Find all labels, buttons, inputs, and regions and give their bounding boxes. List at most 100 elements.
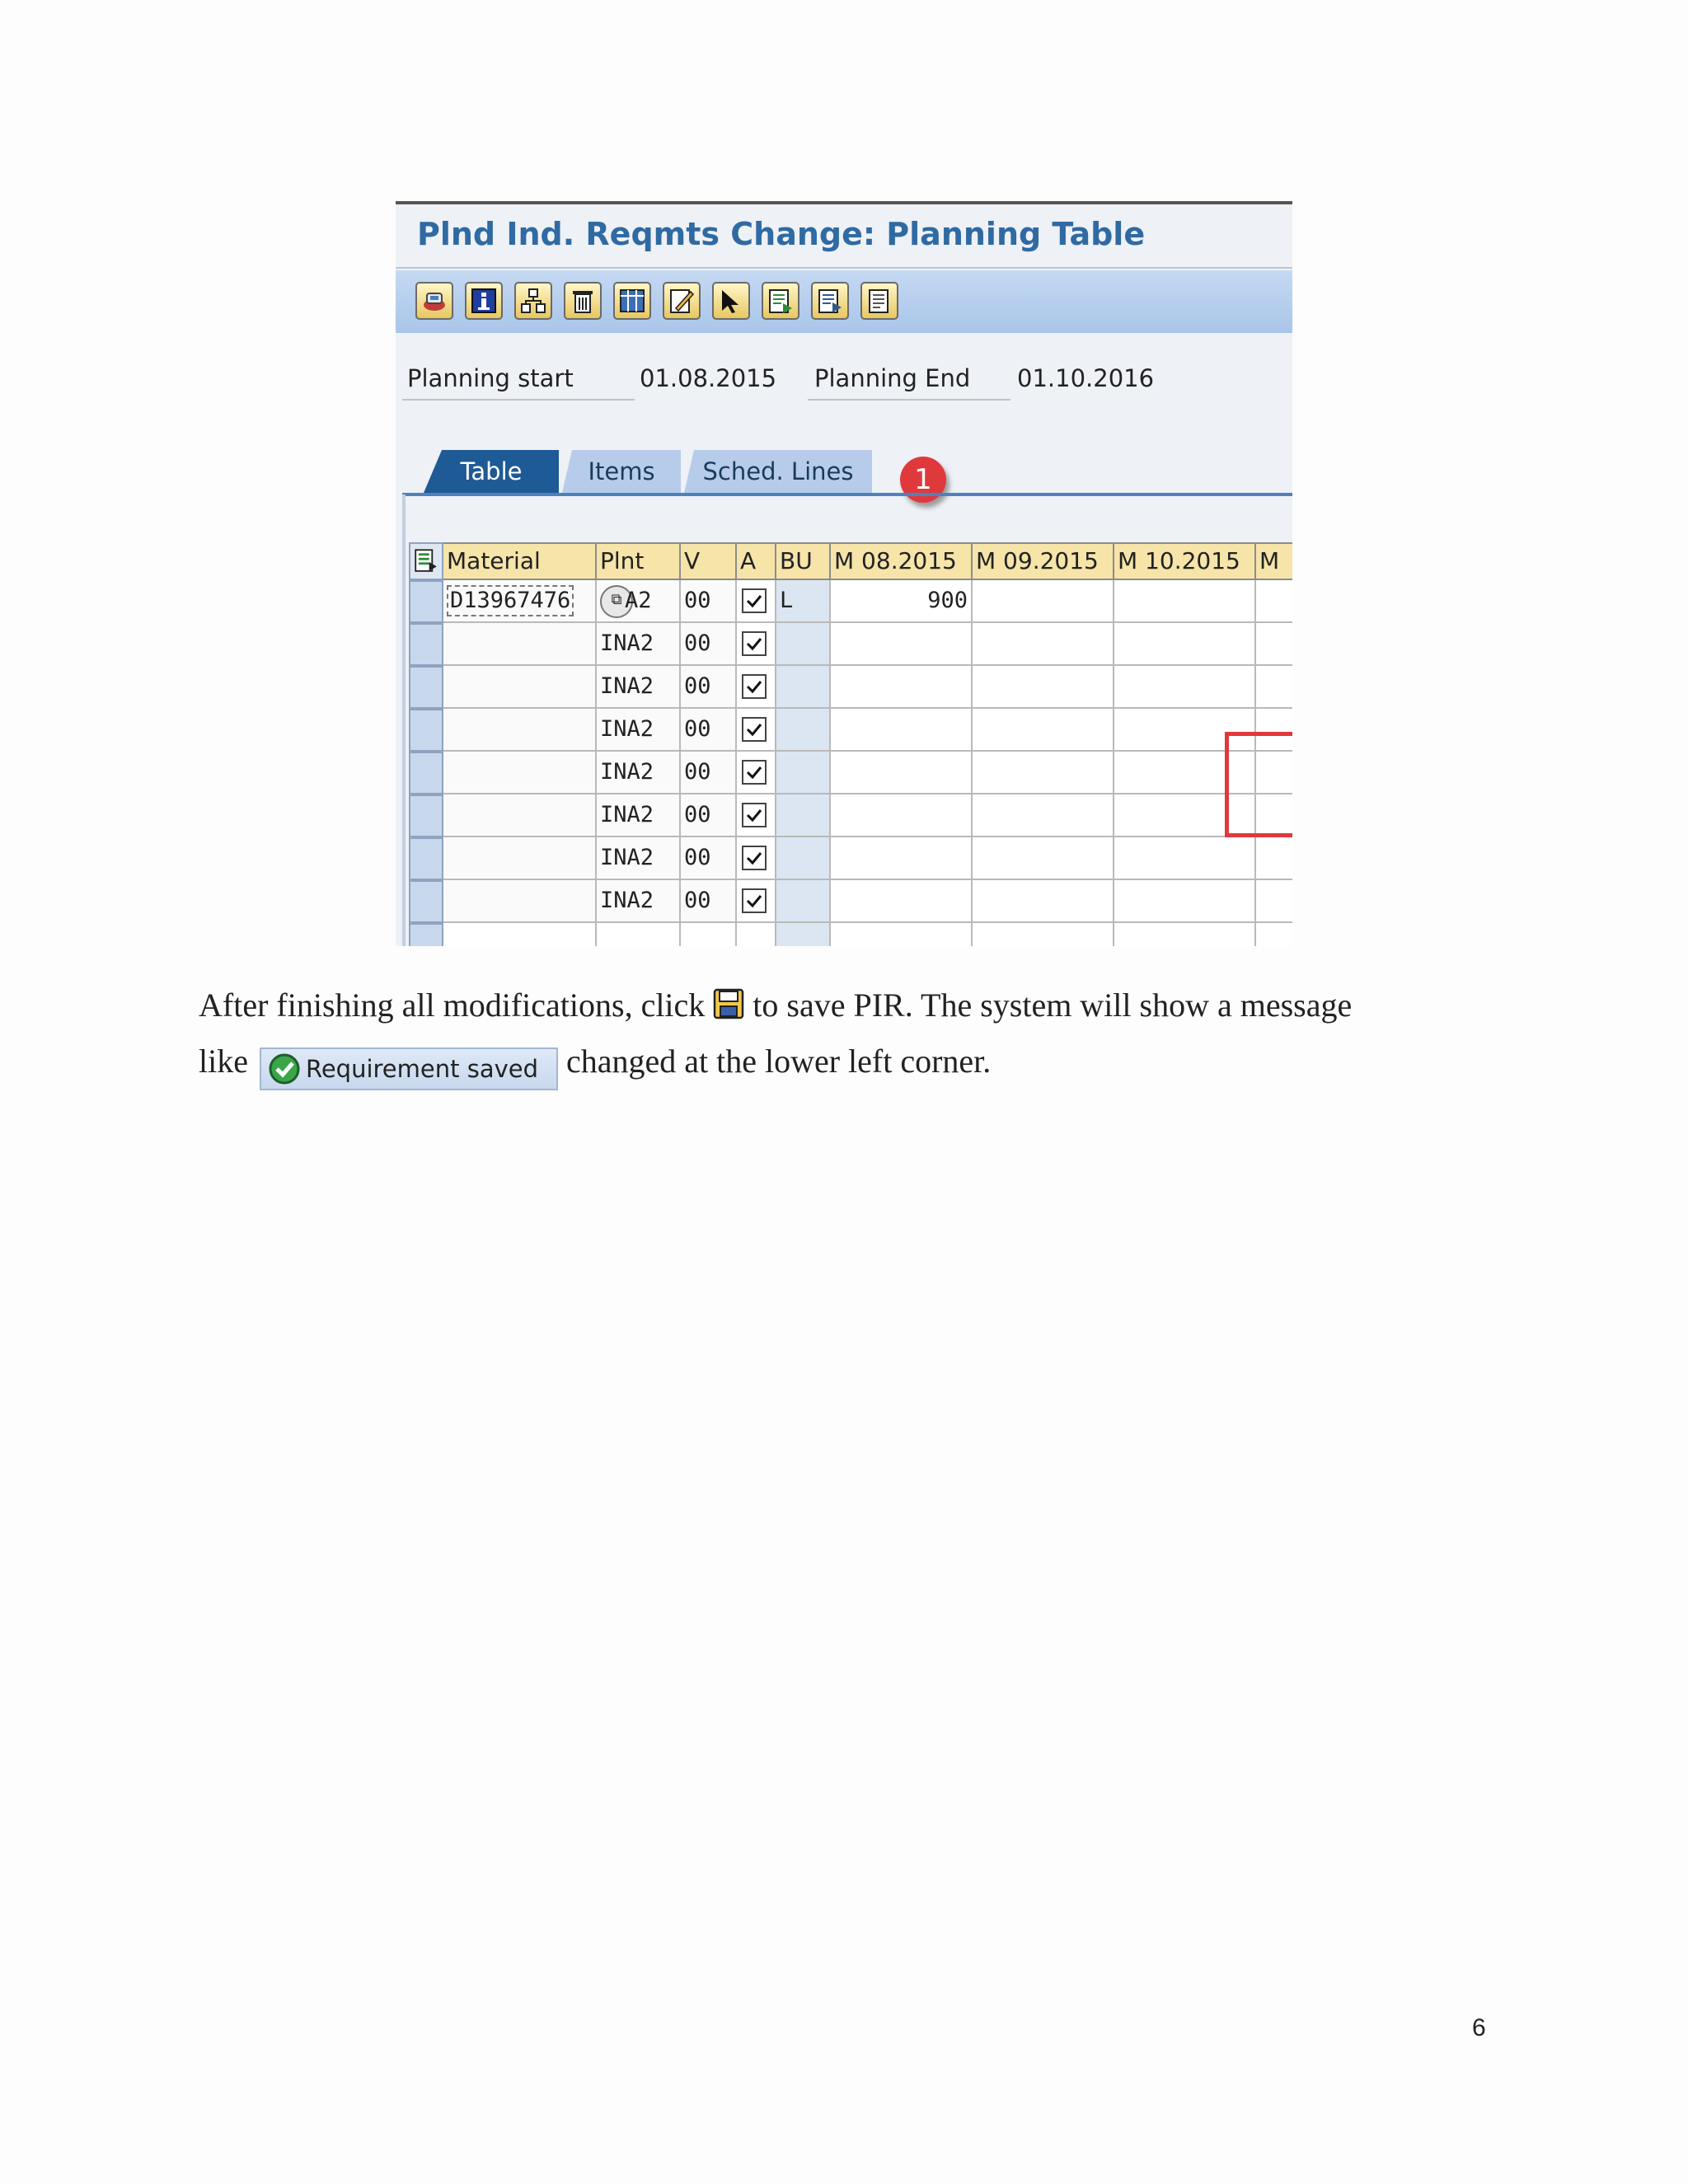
cell-m-09-2015[interactable] <box>973 752 1114 794</box>
col-active[interactable]: A <box>737 542 776 580</box>
cell-m-10-2015[interactable] <box>1114 794 1256 837</box>
cell-m-next[interactable] <box>1256 880 1292 923</box>
active-checkbox[interactable] <box>742 803 767 827</box>
cell-partial <box>681 923 737 946</box>
active-checkbox[interactable] <box>742 846 767 870</box>
col-material[interactable]: Material <box>443 542 597 580</box>
cell-m-08-2015[interactable] <box>831 709 973 752</box>
cell-m-08-2015[interactable] <box>831 837 973 880</box>
cell-m-10-2015[interactable] <box>1114 880 1256 923</box>
tab-sched-lines[interactable]: Sched. Lines <box>684 450 872 493</box>
active-checkbox[interactable] <box>742 888 767 913</box>
status-message-text: Requirement saved <box>305 1055 538 1083</box>
edit-icon[interactable] <box>663 282 701 320</box>
cell-m-09-2015[interactable] <box>973 623 1114 666</box>
cell-m-08-2015[interactable] <box>831 794 973 837</box>
cell-bu <box>776 666 831 709</box>
active-checkbox[interactable] <box>742 588 767 613</box>
cell-m-10-2015[interactable] <box>1114 837 1256 880</box>
cell-active <box>737 580 776 623</box>
row-selector[interactable] <box>409 580 443 623</box>
cell-m-next[interactable] <box>1256 623 1292 666</box>
material-value[interactable]: D13967476 <box>447 585 574 616</box>
cell-material <box>443 880 597 923</box>
cell-m-next[interactable] <box>1256 709 1292 752</box>
plant-value: A2 <box>625 588 652 613</box>
col-m-08-2015[interactable]: M 08.2015 <box>831 542 973 580</box>
cell-m-10-2015[interactable] <box>1114 623 1256 666</box>
row-selector[interactable] <box>409 880 443 923</box>
cell-partial <box>831 923 973 946</box>
row-selector[interactable] <box>409 923 443 946</box>
row-selector[interactable] <box>409 666 443 709</box>
col-bu[interactable]: BU <box>776 542 831 580</box>
cell-material <box>443 709 597 752</box>
row-selector[interactable] <box>409 794 443 837</box>
cell-m-next[interactable] <box>1256 666 1292 709</box>
cell-m-next[interactable] <box>1256 580 1292 623</box>
select-all-icon[interactable] <box>409 542 443 580</box>
forward-icon[interactable] <box>811 282 849 320</box>
cell-m-08-2015[interactable] <box>831 623 973 666</box>
cell-material: D13967476 <box>443 580 597 623</box>
active-checkbox[interactable] <box>742 717 767 742</box>
cell-material <box>443 666 597 709</box>
row-selector[interactable] <box>409 752 443 794</box>
cell-m-08-2015[interactable]: 900 <box>831 580 973 623</box>
cell-m-next[interactable] <box>1256 752 1292 794</box>
cell-version: 00 <box>681 666 737 709</box>
row-selector[interactable] <box>409 837 443 880</box>
cell-m-10-2015[interactable] <box>1114 666 1256 709</box>
cell-m-08-2015[interactable] <box>831 880 973 923</box>
active-checkbox[interactable] <box>742 760 767 785</box>
cell-plant: INA2 <box>597 666 681 709</box>
cell-m-10-2015[interactable] <box>1114 709 1256 752</box>
tab-items[interactable]: Items <box>562 450 681 493</box>
col-m-09-2015[interactable]: M 09.2015 <box>973 542 1114 580</box>
cell-plant: INA2 <box>597 752 681 794</box>
delete-icon[interactable] <box>564 282 602 320</box>
col-version[interactable]: V <box>681 542 737 580</box>
active-checkbox[interactable] <box>742 674 767 699</box>
active-checkbox[interactable] <box>742 631 767 656</box>
row-selector[interactable] <box>409 709 443 752</box>
cell-m-next[interactable] <box>1256 837 1292 880</box>
sap-screenshot: Plnd Ind. Reqmts Change: Planning Table <box>396 201 1292 946</box>
info-icon[interactable] <box>465 282 503 320</box>
cell-m-next[interactable] <box>1256 794 1292 837</box>
structure-icon[interactable] <box>514 282 552 320</box>
cell-active <box>737 709 776 752</box>
instruction-text-1a: After finishing all modifications, click <box>199 987 706 1024</box>
col-m-10-2015[interactable]: M 10.2015 <box>1114 542 1256 580</box>
cell-material <box>443 837 597 880</box>
cell-m-09-2015[interactable] <box>973 837 1114 880</box>
cell-m-09-2015[interactable] <box>973 794 1114 837</box>
cell-m-10-2015[interactable] <box>1114 580 1256 623</box>
col-m-next[interactable]: M <box>1256 542 1292 580</box>
cell-m-08-2015[interactable] <box>831 752 973 794</box>
cell-m-09-2015[interactable] <box>973 580 1114 623</box>
export-icon[interactable] <box>762 282 799 320</box>
save-icon <box>714 988 744 1019</box>
document-icon[interactable] <box>860 282 898 320</box>
cell-m-09-2015[interactable] <box>973 880 1114 923</box>
cell-version: 00 <box>681 880 737 923</box>
cell-m-09-2015[interactable] <box>973 666 1114 709</box>
col-plant[interactable]: Plnt <box>597 542 681 580</box>
cell-m-10-2015[interactable] <box>1114 752 1256 794</box>
cell-bu <box>776 623 831 666</box>
columns-icon[interactable] <box>613 282 651 320</box>
cell-m-09-2015[interactable] <box>973 709 1114 752</box>
row-selector[interactable] <box>409 623 443 666</box>
select-icon[interactable] <box>712 282 750 320</box>
schedule-icon[interactable] <box>415 282 453 320</box>
cell-version: 00 <box>681 709 737 752</box>
cell-plant: INA2 <box>597 794 681 837</box>
cell-material <box>443 794 597 837</box>
cell-bu <box>776 837 831 880</box>
cell-version: 00 <box>681 837 737 880</box>
cell-m-08-2015[interactable] <box>831 666 973 709</box>
tab-table[interactable]: Table <box>424 450 559 493</box>
cell-material <box>443 623 597 666</box>
title-divider <box>396 267 1292 269</box>
